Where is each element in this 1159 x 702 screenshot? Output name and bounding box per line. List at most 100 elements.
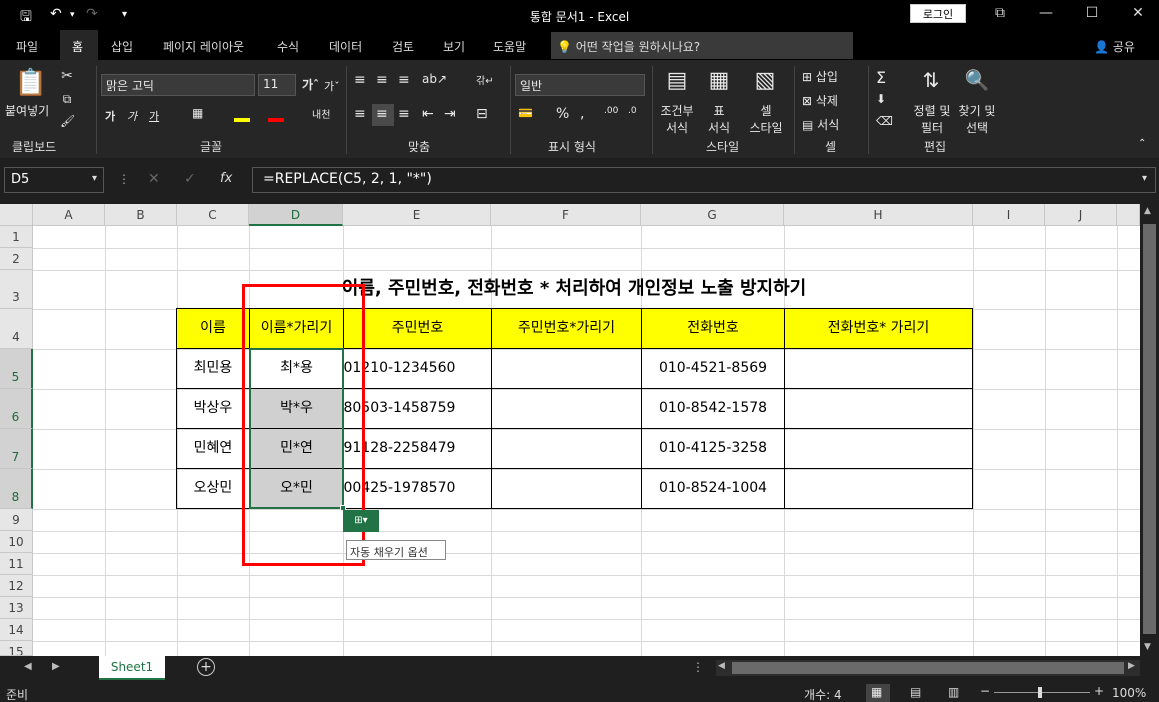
align-bottom-icon[interactable]: ≡ — [398, 72, 410, 88]
increase-decimal-icon[interactable]: .00 — [604, 106, 618, 116]
align-right-icon[interactable]: ≡ — [398, 106, 410, 122]
delete-cells-button[interactable]: ⊠ 삭제 — [802, 92, 838, 109]
table-cell[interactable] — [784, 468, 973, 509]
row-header-15[interactable]: 15 — [0, 641, 33, 656]
page-layout-view-icon[interactable]: ▤ — [910, 685, 921, 699]
zoom-slider-thumb[interactable] — [1038, 687, 1042, 698]
zoom-level[interactable]: 100% — [1112, 686, 1146, 700]
row-header-4[interactable]: 4 — [0, 309, 33, 349]
format-cells-button[interactable]: ▤ 서식 — [802, 116, 839, 133]
clipboard-icon[interactable]: 📋 — [14, 68, 48, 98]
horizontal-scroll-thumb[interactable] — [732, 662, 1124, 674]
format-as-table-icon[interactable]: ▦ — [704, 68, 734, 93]
table-cell[interactable]: 박상우 — [176, 388, 250, 429]
table-cell[interactable] — [491, 428, 642, 469]
insert-function-icon[interactable]: fx — [220, 171, 232, 186]
row-header-2[interactable]: 2 — [0, 248, 33, 270]
column-header-i[interactable]: I — [973, 204, 1045, 226]
next-sheet-icon[interactable]: ▶ — [52, 661, 60, 672]
tab-file[interactable]: 파일 — [16, 38, 38, 55]
sort-filter-button[interactable]: 정렬 및 필터 — [910, 102, 954, 136]
tab-data[interactable]: 데이터 — [329, 38, 362, 55]
conditional-format-icon[interactable]: ▤ — [662, 68, 692, 93]
more-options-icon[interactable]: ⋮ — [118, 172, 130, 186]
name-box[interactable]: D5 — [4, 167, 104, 193]
font-color-icon[interactable] — [268, 118, 284, 122]
row-header-3[interactable]: 3 — [0, 270, 33, 309]
table-cell[interactable] — [491, 348, 642, 389]
column-header-d[interactable]: D — [249, 204, 343, 226]
maximize-icon[interactable]: ☐ — [1082, 5, 1102, 21]
scroll-up-icon[interactable]: ▲ — [1144, 206, 1151, 216]
normal-view-icon[interactable]: ▦ — [871, 685, 882, 699]
table-cell[interactable]: 801210-1234560 — [343, 348, 492, 389]
increase-font-icon[interactable]: 가ˆ — [302, 76, 319, 93]
share-button[interactable]: 👤 공유 — [1094, 38, 1135, 55]
table-cell[interactable] — [784, 388, 973, 429]
tab-home[interactable]: 홈 — [72, 38, 83, 55]
decrease-decimal-icon[interactable]: .0 — [628, 106, 637, 116]
decrease-font-icon[interactable]: 가ˇ — [324, 78, 340, 94]
table-cell[interactable]: 900425-1978570 — [343, 468, 492, 509]
column-header-c[interactable]: C — [177, 204, 249, 226]
clear-icon[interactable]: ⌫ — [876, 114, 893, 128]
increase-indent-icon[interactable]: ⇥ — [444, 106, 456, 122]
prev-sheet-icon[interactable]: ◀ — [24, 661, 32, 672]
table-cell[interactable] — [784, 428, 973, 469]
zoom-out-icon[interactable]: − — [980, 684, 990, 698]
decrease-indent-icon[interactable]: ⇤ — [422, 106, 434, 122]
column-header-b[interactable]: B — [105, 204, 177, 226]
merge-center-icon[interactable]: ⊟ — [476, 106, 488, 122]
row-header-5[interactable]: 5 — [0, 349, 33, 389]
header-cell-phone-masked[interactable]: 전화번호* 가리기 — [784, 308, 973, 349]
find-select-icon[interactable]: 🔍 — [962, 68, 992, 92]
orientation-icon[interactable]: ab↗ — [422, 72, 447, 86]
paste-button[interactable]: 붙여넣기 — [5, 102, 49, 119]
tab-review[interactable]: 검토 — [392, 38, 414, 55]
format-painter-icon[interactable]: 🖌 — [60, 114, 75, 128]
close-icon[interactable]: ✕ — [1128, 5, 1148, 21]
tab-view[interactable]: 보기 — [443, 38, 465, 55]
table-cell[interactable]: 010-4521-8569 — [641, 348, 785, 389]
column-header-h[interactable]: H — [784, 204, 973, 226]
table-cell[interactable]: 010-8542-1578 — [641, 388, 785, 429]
phonetic-icon[interactable]: 내천 — [312, 106, 330, 121]
scroll-left-icon[interactable]: ◀ — [718, 661, 725, 671]
row-header-6[interactable]: 6 — [0, 389, 33, 429]
table-cell[interactable]: 780503-1458759 — [343, 388, 492, 429]
zoom-in-icon[interactable]: + — [1094, 684, 1104, 698]
ribbon-display-icon[interactable]: ⧉ — [990, 5, 1010, 21]
insert-cells-button[interactable]: ⊞ 삽입 — [802, 68, 838, 85]
row-header-9[interactable]: 9 — [0, 509, 33, 531]
table-cell[interactable]: 민혜연 — [176, 428, 250, 469]
border-icon[interactable]: ▦ — [192, 106, 203, 120]
align-center-icon[interactable]: ≡ — [376, 106, 388, 122]
table-cell[interactable] — [491, 388, 642, 429]
expand-formula-icon[interactable]: ▾ — [1142, 173, 1147, 184]
align-top-icon[interactable]: ≡ — [354, 72, 366, 88]
header-cell-rrn[interactable]: 주민번호 — [343, 308, 492, 349]
row-header-8[interactable]: 8 — [0, 469, 33, 509]
table-cell[interactable]: 010-4125-3258 — [641, 428, 785, 469]
tab-help[interactable]: 도움말 — [493, 38, 526, 55]
sort-filter-icon[interactable]: ⇅ — [916, 68, 946, 92]
row-header-12[interactable]: 12 — [0, 575, 33, 597]
row-header-1[interactable]: 1 — [0, 226, 33, 248]
italic-icon[interactable]: 가 — [127, 108, 137, 124]
wrap-text-icon[interactable]: 갂↵ — [476, 72, 494, 87]
align-left-icon[interactable]: ≡ — [354, 106, 366, 122]
tell-me-search[interactable]: 💡 어떤 작업을 원하시나요? — [551, 32, 853, 59]
minimize-icon[interactable]: — — [1036, 5, 1056, 21]
fill-color-icon[interactable] — [234, 118, 250, 122]
header-cell-rrn-masked[interactable]: 주민번호*가리기 — [491, 308, 642, 349]
tab-formulas[interactable]: 수식 — [277, 38, 299, 55]
cut-icon[interactable]: ✂ — [60, 68, 74, 84]
accounting-format-icon[interactable]: 💳 — [518, 106, 533, 120]
scroll-right-icon[interactable]: ▶ — [1128, 661, 1135, 671]
zoom-slider-track[interactable] — [994, 692, 1090, 693]
font-name-select[interactable]: 맑은 고딕 — [101, 74, 255, 96]
align-middle-icon[interactable]: ≡ — [376, 72, 388, 88]
table-cell[interactable]: 최민용 — [176, 348, 250, 389]
row-header-11[interactable]: 11 — [0, 553, 33, 575]
font-size-select[interactable]: 11 — [258, 74, 296, 96]
